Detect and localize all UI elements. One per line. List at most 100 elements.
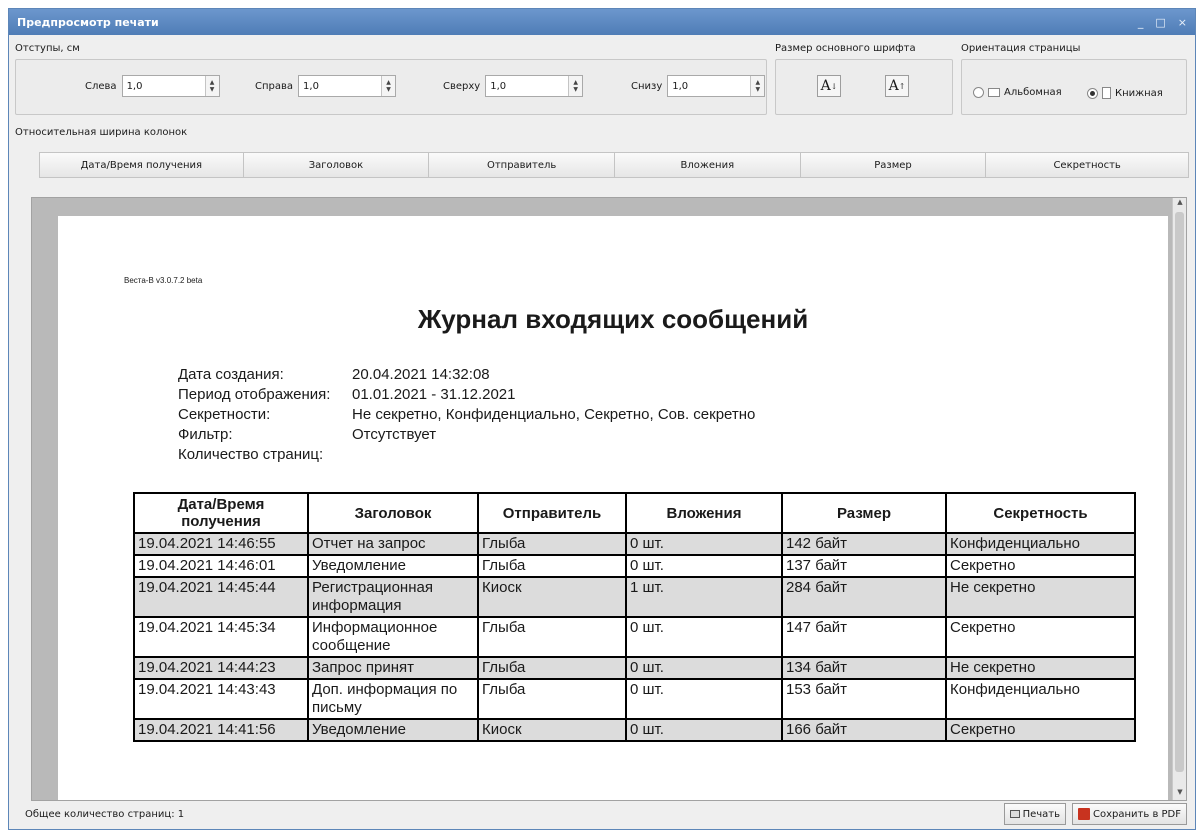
meta-row: Период отображения: 01.01.2021 - 31.12.20… [178,386,755,406]
cell: 0 шт. [625,656,783,680]
spin-arrows-icon[interactable]: ▲ ▼ [568,76,583,96]
cell: Киоск [477,576,627,618]
scroll-up-icon[interactable]: ▲ [1173,198,1186,210]
close-button[interactable]: × [1178,16,1187,29]
preview-page: Веста-В v3.0.7.2 beta Журнал входящих со… [58,216,1168,800]
th-size: Размер [781,492,947,534]
cell: 1 шт. [625,576,783,618]
cell: 19.04.2021 14:43:43 [133,678,309,720]
cell: 19.04.2021 14:44:23 [133,656,309,680]
window-title: Предпросмотр печати [17,15,159,29]
cell: 147 байт [781,616,947,658]
cell: Не секретно [945,576,1136,618]
th-secrecy: Секретность [945,492,1136,534]
page-count-text: Общее количество страниц: 1 [25,808,185,820]
col-width-attachments[interactable]: Вложения [615,153,801,177]
print-button[interactable]: Печать [1003,803,1067,825]
portrait-radio[interactable] [1087,87,1098,99]
margin-right-label: Справа [255,80,294,92]
cell: 0 шт. [625,554,783,578]
meta-value: Не секретно, Конфиденциально, Секретно, … [352,406,756,423]
printer-icon [1009,810,1020,818]
table-row: 19.04.2021 14:41:56 Уведомление Киоск 0 шт.… [133,718,1136,742]
cell: Конфиденциально [945,678,1136,720]
font-increase-icon: A [888,78,899,94]
cell: 0 шт. [625,532,783,556]
cell: Запрос принят [307,656,479,680]
col-width-sender[interactable]: Отправитель [429,153,615,177]
title-bar: Предпросмотр печати _ □ × [9,9,1195,35]
cell: Секретно [945,718,1136,742]
cell: Информационное сообщение [307,616,479,658]
cell: Регистрационная информация [307,576,479,618]
table-row: 19.04.2021 14:46:01 Уведомление Глыба 0 шт.… [133,554,1136,578]
cell: 142 байт [781,532,947,556]
meta-row: Фильтр: Отсутствует [178,426,755,446]
save-pdf-button[interactable]: Сохранить в PDF [1072,803,1187,825]
save-pdf-label: Сохранить в PDF [1093,808,1181,820]
table-row: 19.04.2021 14:45:34 Информационное сообще… [133,616,1136,658]
spin-arrows-icon[interactable]: ▲ ▼ [381,76,396,96]
meta-row: Секретности: Не секретно, Конфиденциально… [178,406,755,426]
margin-bottom-value[interactable]: 1,0 [668,81,750,92]
cell: 134 байт [781,656,947,680]
decrease-font-button[interactable]: A ↓ [817,75,841,97]
col-width-subject[interactable]: Заголовок [244,153,430,177]
print-preview-window: Предпросмотр печати _ □ × Отступы, см Сл… [8,8,1196,830]
cell: Уведомление [307,554,479,578]
orientation-portrait-option[interactable]: Книжная [1087,87,1163,99]
th-datetime: Дата/Время получения [133,492,309,534]
col-width-datetime[interactable]: Дата/Время получения [40,153,244,177]
pdf-icon [1078,808,1091,820]
cell: Уведомление [307,718,479,742]
margin-bottom-spinbox[interactable]: 1,0 ▲ ▼ [667,75,766,97]
maximize-button[interactable]: □ [1155,16,1165,29]
col-width-secrecy[interactable]: Секретность [986,153,1188,177]
portrait-page-icon [1102,87,1111,99]
margin-top-label: Сверху [443,80,481,92]
margin-right-field: Справа 1,0 ▲ ▼ [255,75,397,97]
cell: 19.04.2021 14:46:55 [133,532,309,556]
margin-right-spinbox[interactable]: 1,0 ▲ ▼ [298,75,397,97]
document-meta: Дата создания: 20.04.2021 14:32:08 Период… [178,366,755,466]
portrait-label: Книжная [1115,87,1163,99]
cell: 19.04.2021 14:41:56 [133,718,309,742]
spin-arrows-icon[interactable]: ▲ ▼ [750,76,765,96]
meta-row: Количество страниц: [178,446,755,466]
cell: Киоск [477,718,627,742]
th-subject: Заголовок [307,492,479,534]
vertical-scrollbar[interactable]: ▲ ▼ [1172,198,1186,800]
col-width-size[interactable]: Размер [801,153,987,177]
meta-value: 20.04.2021 14:32:08 [352,366,490,383]
spin-arrows-icon[interactable]: ▲ ▼ [204,76,219,96]
margin-right-value[interactable]: 1,0 [299,81,381,92]
scrollbar-thumb[interactable] [1175,212,1184,772]
margin-top-value[interactable]: 1,0 [486,81,568,92]
th-attachments: Вложения [625,492,783,534]
journal-table: Дата/Время получения Заголовок Отправите… [133,492,1136,742]
cell: Конфиденциально [945,532,1136,556]
margin-bottom-label: Снизу [631,80,663,92]
landscape-radio[interactable] [973,87,984,98]
margin-top-spinbox[interactable]: 1,0 ▲ ▼ [485,75,584,97]
cell: Глыба [477,656,627,680]
preview-area[interactable]: Веста-В v3.0.7.2 beta Журнал входящих со… [31,197,1187,801]
font-size-group [775,59,953,115]
landscape-page-icon [988,88,1000,97]
meta-value: 01.01.2021 - 31.12.2021 [352,386,516,403]
meta-row: Дата создания: 20.04.2021 14:32:08 [178,366,755,386]
status-bar: Общее количество страниц: 1 Печать Сохра… [9,799,1195,829]
cell: 19.04.2021 14:45:34 [133,616,309,658]
meta-key: Количество страниц: [178,446,324,463]
orientation-landscape-option[interactable]: Альбомная [973,87,1062,98]
minimize-button[interactable]: _ [1138,16,1144,29]
column-widths-label: Относительная ширина колонок [15,127,188,138]
cell: Глыба [477,678,627,720]
increase-font-button[interactable]: A ↑ [885,75,909,97]
table-header-row: Дата/Время получения Заголовок Отправите… [133,492,1136,534]
cell: Глыба [477,616,627,658]
margin-left-value[interactable]: 1,0 [123,81,205,92]
cell: Глыба [477,532,627,556]
meta-value: Отсутствует [352,426,437,443]
margin-left-spinbox[interactable]: 1,0 ▲ ▼ [121,75,220,97]
